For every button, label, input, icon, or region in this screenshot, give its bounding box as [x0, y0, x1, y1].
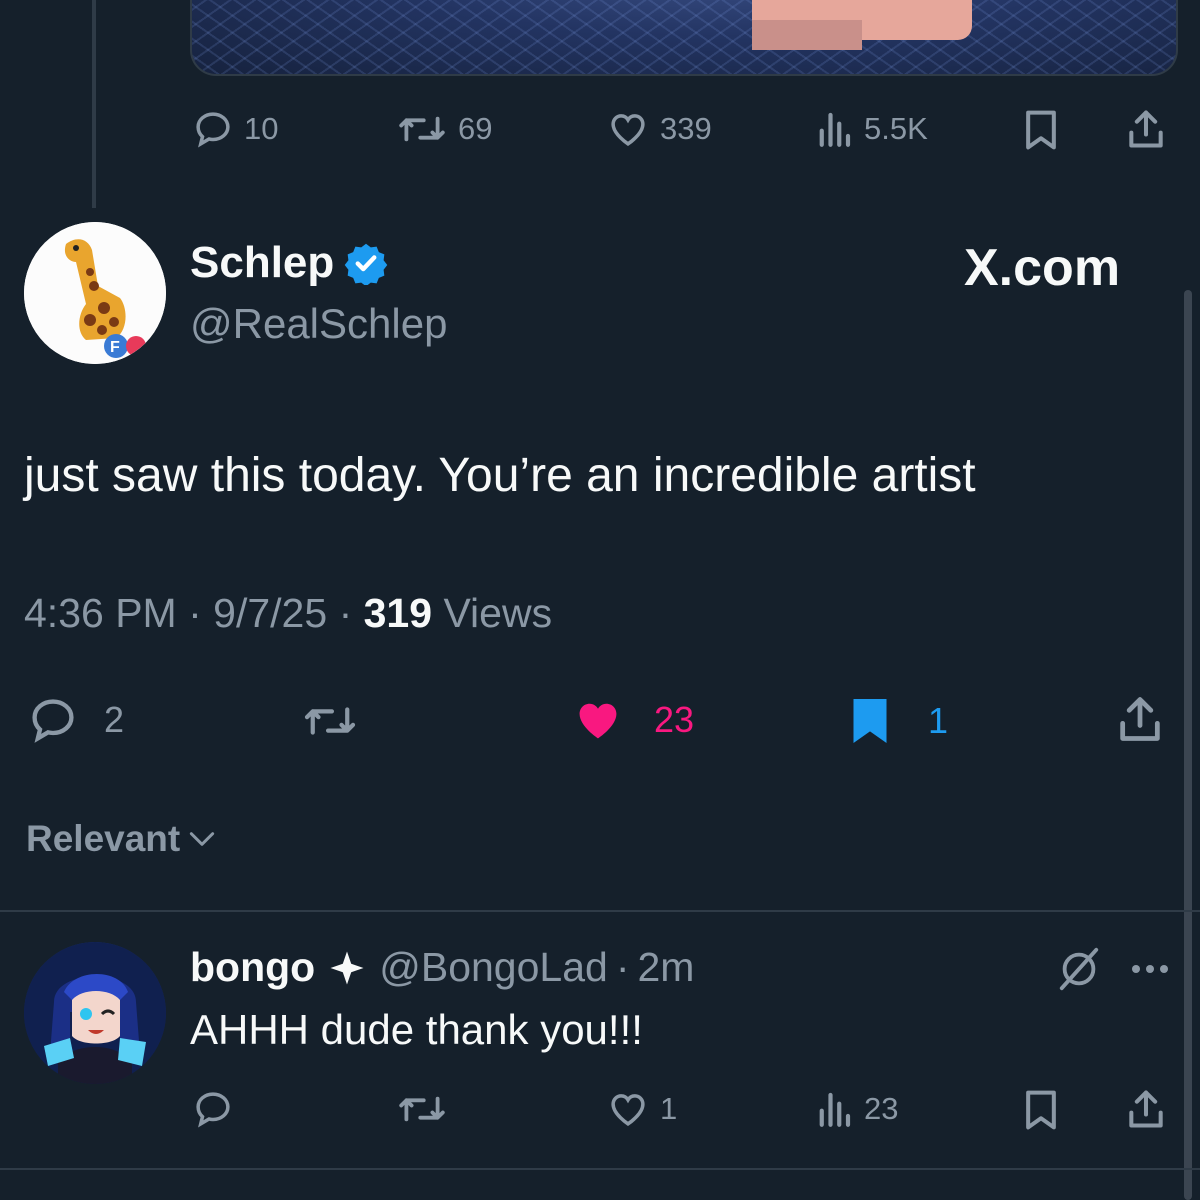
tweet-date[interactable]: 9/7/25 [213, 590, 327, 636]
parent-share-button[interactable] [1124, 106, 1168, 152]
tweet-time[interactable]: 4:36 PM [24, 590, 177, 636]
tweet-text: just saw this today. You’re an incredibl… [24, 449, 976, 502]
repost-icon [399, 116, 445, 142]
parent-media-image[interactable] [190, 0, 1178, 76]
share-button[interactable] [1114, 692, 1166, 746]
svg-text:F: F [110, 339, 120, 356]
avatar[interactable]: F [24, 222, 166, 364]
reply-icon [196, 112, 230, 148]
reply-like-button[interactable]: 1 [606, 1088, 677, 1130]
repost-button[interactable] [300, 698, 360, 744]
reply-display-name[interactable]: bongo [190, 944, 315, 991]
like-count: 23 [654, 699, 695, 740]
views-count: 319 [363, 590, 433, 636]
meta-separator: · [338, 590, 364, 636]
reply-icon [196, 1092, 230, 1128]
views-icon [819, 112, 851, 147]
more-icon [1132, 965, 1168, 973]
sort-label: Relevant [26, 818, 181, 859]
share-icon [1129, 1090, 1163, 1128]
repost-icon [304, 707, 356, 735]
bookmark-icon [1026, 1090, 1056, 1130]
sparkle-icon [330, 951, 364, 984]
display-name[interactable]: Schlep [190, 238, 334, 288]
repost-icon [399, 1096, 445, 1122]
views-icon [819, 1092, 851, 1127]
handle[interactable]: @RealSchlep [190, 300, 447, 348]
meta-separator: · [615, 944, 630, 990]
parent-repost-button[interactable]: 69 [396, 108, 492, 150]
parent-views-button[interactable]: 5.5K [814, 108, 928, 150]
reply-views-button[interactable]: 23 [814, 1088, 898, 1130]
share-icon [1120, 697, 1160, 741]
reply-reply-button[interactable] [192, 1088, 234, 1130]
reply-action-bar: 1 23 [0, 1080, 1200, 1136]
parent-repost-count: 69 [458, 111, 493, 146]
share-icon [1129, 110, 1163, 148]
giraffe-avatar-image: F [24, 222, 166, 364]
reply-views-count: 23 [864, 1091, 899, 1126]
bookmark-button[interactable]: 1 [848, 694, 948, 748]
reply-button[interactable]: 2 [24, 694, 124, 746]
like-button[interactable]: 23 [570, 694, 694, 746]
divider [0, 910, 1200, 912]
reply-share-button[interactable] [1124, 1086, 1168, 1132]
grok-button[interactable] [1054, 946, 1104, 992]
reply-icon [32, 699, 74, 743]
anime-avatar-image [24, 942, 166, 1084]
reply-time[interactable]: 2m [637, 944, 694, 991]
views-label: Views [443, 590, 553, 636]
main-action-bar: 2 23 1 [0, 690, 1200, 750]
tweet-meta: 4:36 PM · 9/7/25 · 319 Views [24, 590, 552, 637]
meta-separator: · [188, 590, 214, 636]
reply-header: bongo @BongoLad · 2m [190, 944, 694, 991]
parent-like-button[interactable]: 339 [606, 108, 712, 150]
parent-reply-count: 10 [244, 111, 279, 146]
divider [0, 1168, 1200, 1170]
like-icon [579, 703, 617, 739]
display-name-row[interactable]: Schlep [190, 238, 388, 288]
like-icon [611, 114, 645, 146]
parent-reply-button[interactable]: 10 [192, 108, 278, 150]
parent-like-count: 339 [660, 111, 712, 146]
bookmark-icon [853, 699, 887, 743]
reply-handle[interactable]: @BongoLad [379, 944, 608, 991]
like-icon [611, 1094, 645, 1126]
parent-bookmark-button[interactable] [1022, 108, 1060, 152]
site-label: X.com [964, 239, 1121, 297]
reply-text: AHHH dude thank you!!! [190, 1006, 643, 1053]
bookmark-icon [1026, 110, 1056, 150]
chevron-down-icon [190, 832, 215, 846]
sort-dropdown[interactable]: Relevant [26, 818, 218, 860]
reply-repost-button[interactable] [396, 1088, 448, 1130]
grok-icon [1059, 947, 1099, 991]
bookmark-count: 1 [928, 700, 949, 741]
reply-avatar[interactable] [24, 942, 166, 1084]
reply-count: 2 [104, 699, 125, 740]
parent-action-bar: 10 69 339 5.5K [0, 100, 1200, 156]
parent-views-count: 5.5K [864, 111, 928, 146]
reply-bookmark-button[interactable] [1022, 1088, 1060, 1132]
more-button[interactable] [1130, 962, 1170, 976]
reply-like-count: 1 [660, 1091, 678, 1126]
verified-badge-icon [345, 243, 388, 285]
